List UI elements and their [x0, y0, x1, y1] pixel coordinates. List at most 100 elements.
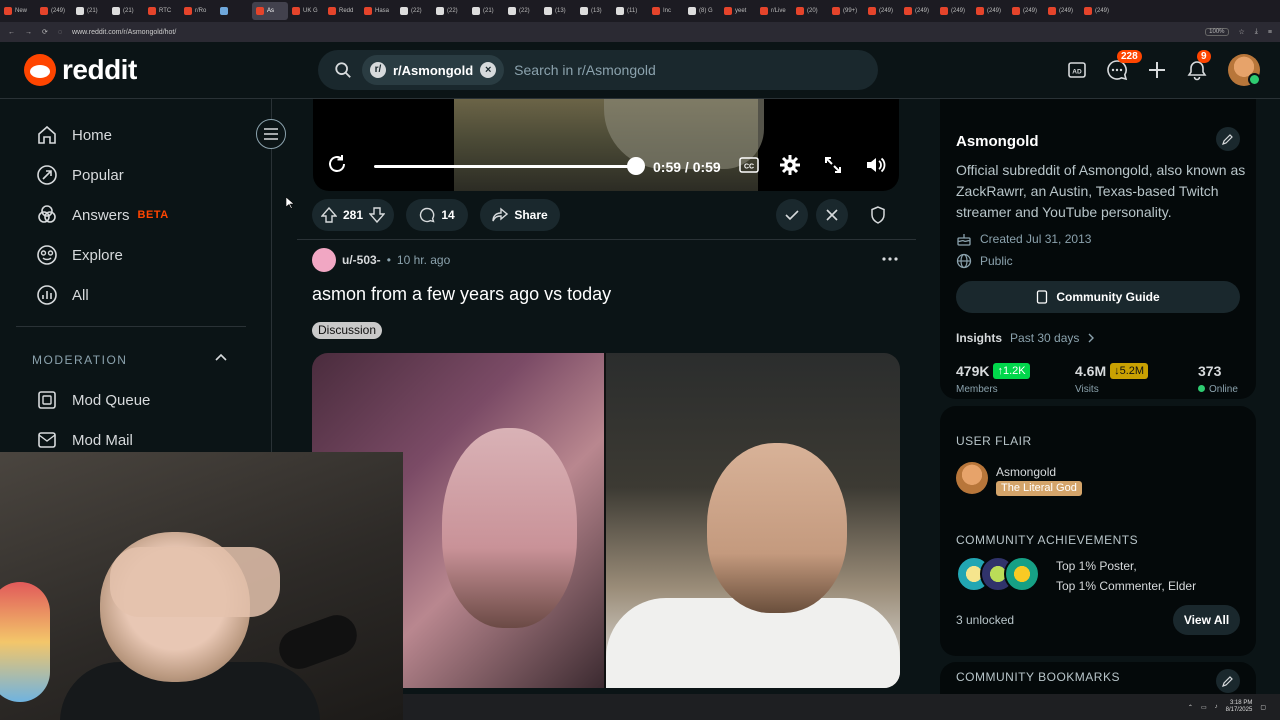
- browser-tab[interactable]: (22): [504, 2, 540, 20]
- notifications-button[interactable]: 9: [1183, 50, 1211, 84]
- nav-item-explore[interactable]: Explore: [36, 244, 123, 266]
- url-field[interactable]: www.reddit.com/r/Asmongold/hot/: [72, 29, 1195, 36]
- tab-favicon-icon: [184, 7, 192, 15]
- browser-tab[interactable]: (99+): [828, 2, 864, 20]
- back-icon[interactable]: ←: [8, 29, 15, 36]
- chat-button[interactable]: 228: [1103, 50, 1142, 84]
- created-date: Created Jul 31, 2013: [980, 232, 1092, 246]
- view-all-button[interactable]: View All: [1173, 605, 1240, 635]
- download-icon[interactable]: ⤓: [1255, 28, 1258, 36]
- browser-tab[interactable]: (249): [972, 2, 1008, 20]
- fullscreen-icon[interactable]: [823, 155, 843, 175]
- browser-tab[interactable]: (11): [612, 2, 648, 20]
- menu-icon[interactable]: ≡: [1268, 29, 1272, 36]
- nav-item-mod-mail[interactable]: Mod Mail: [36, 429, 133, 451]
- clear-chip-icon[interactable]: ×: [480, 62, 497, 78]
- replay-icon[interactable]: [326, 153, 348, 175]
- nav-item-home[interactable]: Home: [36, 124, 112, 146]
- zoom-level[interactable]: 100%: [1205, 28, 1229, 36]
- tab-label: Hasa: [375, 8, 390, 14]
- browser-tab[interactable]: (13): [576, 2, 612, 20]
- more-options-icon[interactable]: [882, 251, 898, 267]
- browser-tab[interactable]: (249): [1080, 2, 1116, 20]
- remove-button[interactable]: [816, 199, 848, 231]
- browser-tab[interactable]: (21): [108, 2, 144, 20]
- create-post-button[interactable]: [1143, 56, 1171, 84]
- volume-icon[interactable]: [864, 154, 886, 176]
- video-player[interactable]: 0:59 / 0:59 CC: [313, 99, 899, 191]
- collapse-nav-button[interactable]: [256, 119, 286, 149]
- network-icon[interactable]: ▭: [1201, 704, 1207, 711]
- shield-icon[interactable]: ◌: [58, 29, 62, 36]
- browser-tab[interactable]: New: [0, 2, 36, 20]
- browser-tab[interactable]: (20): [792, 2, 828, 20]
- edit-bookmarks-button[interactable]: [1216, 669, 1240, 693]
- search-input[interactable]: Search in r/Asmongold: [514, 62, 656, 78]
- nav-item-mod-queue[interactable]: Mod Queue: [36, 389, 150, 411]
- browser-tab[interactable]: (22): [432, 2, 468, 20]
- captions-icon[interactable]: CC: [739, 156, 759, 174]
- nav-item-popular[interactable]: Popular: [36, 164, 124, 186]
- members-value: 479K: [956, 363, 990, 379]
- forward-icon[interactable]: →: [25, 29, 32, 36]
- notification-center-icon[interactable]: ▢: [1260, 704, 1266, 711]
- mod-shield-button[interactable]: [862, 199, 894, 231]
- reload-icon[interactable]: ⟳: [42, 28, 48, 36]
- community-guide-button[interactable]: Community Guide: [956, 281, 1240, 313]
- insights-row[interactable]: Insights Past 30 days: [956, 331, 1095, 345]
- shield-icon: [870, 206, 886, 224]
- video-scrubber[interactable]: [627, 157, 645, 175]
- nav-item-answers[interactable]: Answers BETA: [36, 204, 169, 226]
- gear-icon[interactable]: [779, 154, 801, 176]
- os-taskbar: ⌃ ▭ ♪ 3:18 PM 8/17/2025 ▢: [403, 694, 1280, 720]
- tray-chevron-icon[interactable]: ⌃: [1188, 704, 1193, 711]
- flair-avatar[interactable]: [956, 462, 988, 494]
- post-author[interactable]: u/-503-: [342, 253, 381, 267]
- browser-tab[interactable]: (249): [1008, 2, 1044, 20]
- post-title[interactable]: asmon from a few years ago vs today: [312, 284, 611, 305]
- user-avatar[interactable]: [1228, 54, 1261, 86]
- share-button[interactable]: Share: [480, 199, 560, 231]
- browser-tab[interactable]: yeet: [720, 2, 756, 20]
- browser-tab[interactable]: (249): [864, 2, 900, 20]
- flair-tag[interactable]: The Literal God: [996, 481, 1082, 496]
- browser-tab[interactable]: (249): [1044, 2, 1080, 20]
- tab-label: UK G: [303, 8, 318, 14]
- downvote-icon[interactable]: [369, 207, 386, 223]
- reddit-logo[interactable]: reddit: [24, 54, 137, 86]
- browser-tab[interactable]: [216, 2, 252, 20]
- author-avatar[interactable]: [312, 248, 336, 272]
- chevron-up-icon[interactable]: [214, 351, 228, 365]
- browser-tab[interactable]: r/Live: [756, 2, 792, 20]
- advertise-button[interactable]: AD: [1063, 56, 1091, 84]
- achievement-badge-3[interactable]: [1004, 556, 1040, 592]
- speaker-icon[interactable]: ♪: [1215, 704, 1218, 710]
- browser-tab[interactable]: Inc: [648, 2, 684, 20]
- browser-tab[interactable]: (21): [468, 2, 504, 20]
- browser-tab[interactable]: UK G: [288, 2, 324, 20]
- video-progress-bar[interactable]: [374, 165, 638, 168]
- browser-tab[interactable]: r/Ro: [180, 2, 216, 20]
- search-bar[interactable]: r/ r/Asmongold × Search in r/Asmongold: [318, 50, 878, 90]
- video-time: 0:59 / 0:59: [653, 159, 721, 175]
- subreddit-search-chip[interactable]: r/ r/Asmongold ×: [362, 55, 505, 85]
- browser-tab[interactable]: Redd: [324, 2, 360, 20]
- browser-tab[interactable]: (21): [72, 2, 108, 20]
- approve-button[interactable]: [776, 199, 808, 231]
- nav-item-all[interactable]: All: [36, 284, 89, 306]
- browser-tab[interactable]: (249): [900, 2, 936, 20]
- browser-tab[interactable]: (249): [36, 2, 72, 20]
- browser-tab[interactable]: (8) G: [684, 2, 720, 20]
- browser-tab[interactable]: Hasa: [360, 2, 396, 20]
- comments-button[interactable]: 14: [406, 199, 468, 231]
- edit-community-button[interactable]: [1216, 127, 1240, 151]
- star-icon[interactable]: ☆: [1239, 28, 1245, 36]
- browser-tab[interactable]: (249): [936, 2, 972, 20]
- browser-tab[interactable]: (22): [396, 2, 432, 20]
- upvote-icon[interactable]: [320, 207, 337, 223]
- post-flair[interactable]: Discussion: [312, 322, 383, 339]
- browser-tab[interactable]: RTC: [144, 2, 180, 20]
- system-clock[interactable]: 3:18 PM 8/17/2025: [1226, 700, 1253, 714]
- browser-tab[interactable]: As: [252, 2, 288, 20]
- browser-tab[interactable]: (13): [540, 2, 576, 20]
